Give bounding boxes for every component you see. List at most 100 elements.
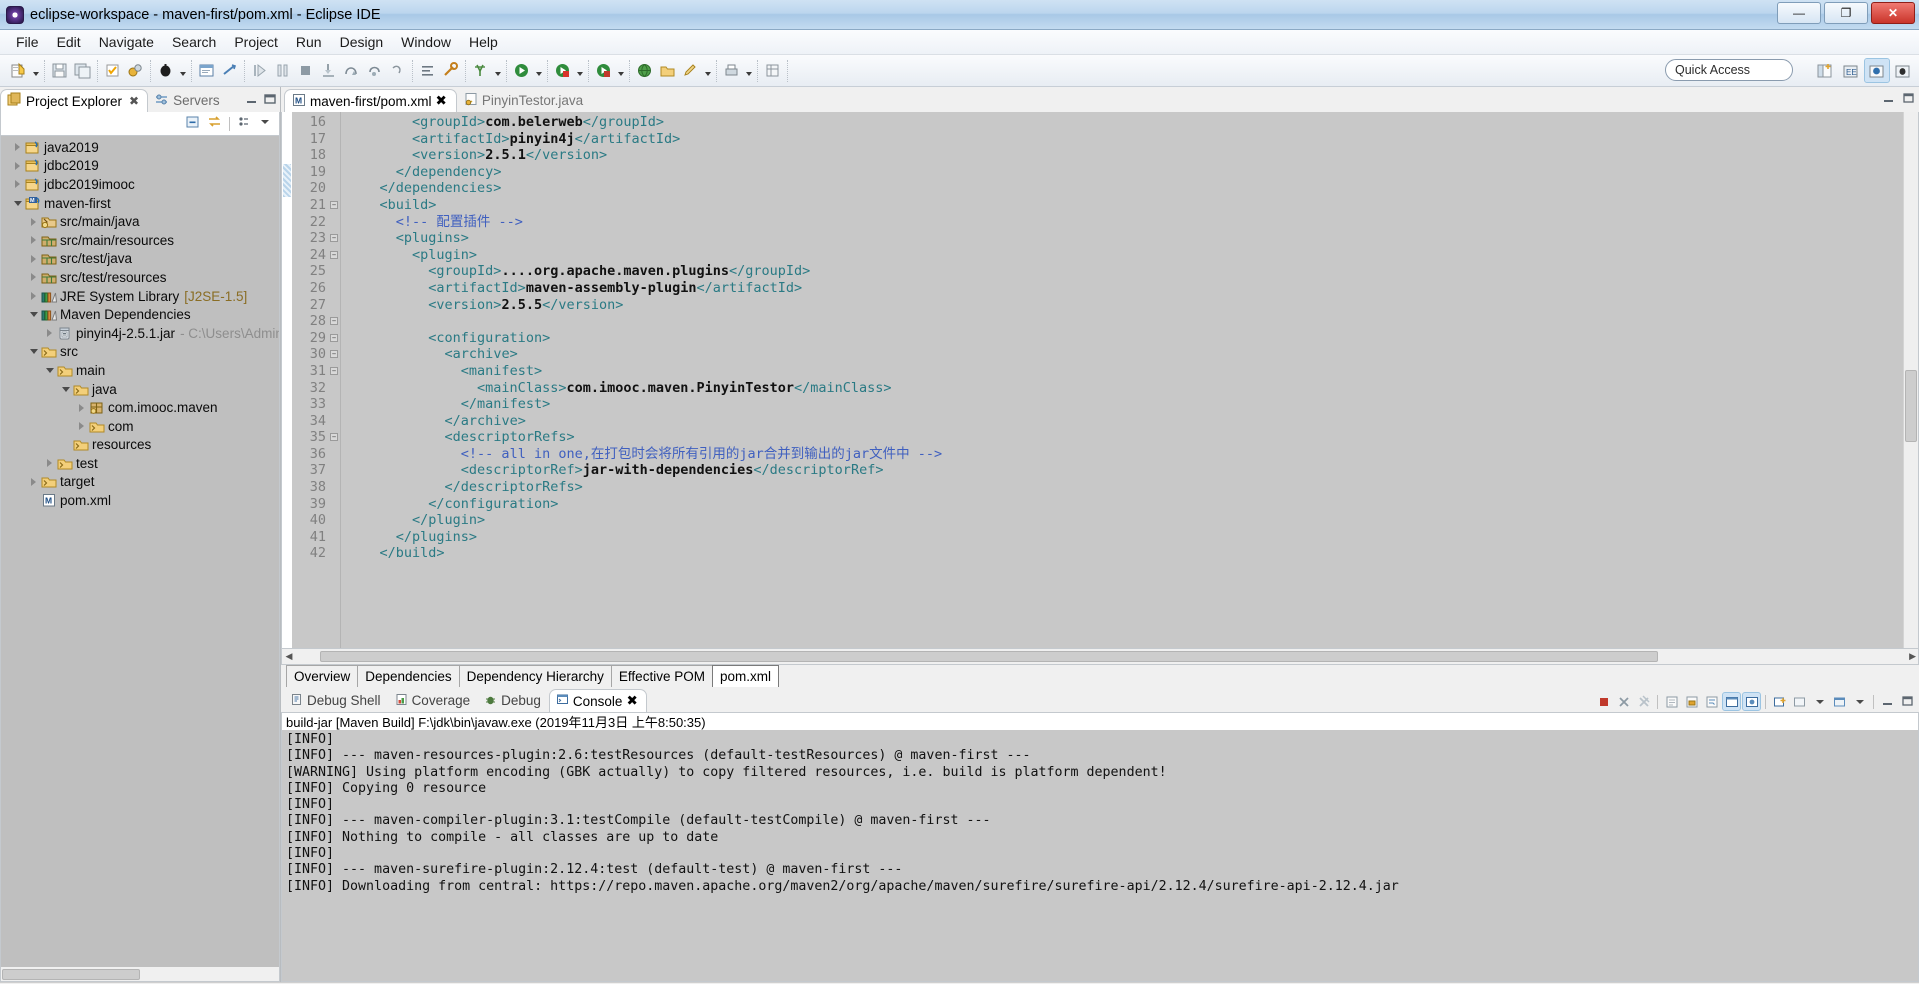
- tab-servers[interactable]: Servers: [148, 89, 228, 112]
- search-icon[interactable]: [470, 60, 491, 81]
- display-selected-console-icon[interactable]: [1791, 693, 1808, 710]
- step-over-icon[interactable]: [341, 60, 362, 81]
- collapse-arrow-icon[interactable]: [27, 343, 40, 361]
- fold-toggle-icon[interactable]: −: [330, 234, 338, 243]
- new-icon[interactable]: [8, 60, 29, 81]
- collapse-arrow-icon[interactable]: [43, 361, 56, 379]
- code-line[interactable]: <version>2.5.1</version>: [341, 147, 1918, 164]
- globe-icon[interactable]: [634, 60, 655, 81]
- step-return-icon[interactable]: [364, 60, 385, 81]
- expand-arrow-icon[interactable]: [27, 287, 40, 305]
- expand-arrow-icon[interactable]: [27, 473, 40, 491]
- fold-toggle-icon[interactable]: −: [330, 200, 338, 209]
- code-line[interactable]: </manifest>: [341, 396, 1918, 413]
- code-line[interactable]: </configuration>: [341, 496, 1918, 513]
- scroll-right-icon[interactable]: ▶: [1909, 651, 1916, 662]
- chevron-down-icon[interactable]: [1811, 693, 1828, 710]
- printer-dropdown-icon[interactable]: [743, 60, 754, 81]
- tab-console[interactable]: Console ✖: [548, 689, 647, 712]
- editor-tab-pinyintestor-java[interactable]: PinyinTestor.java: [457, 89, 592, 112]
- scroll-lock-icon[interactable]: [1683, 693, 1700, 710]
- form-tab-dependency-hierarchy[interactable]: Dependency Hierarchy: [458, 665, 612, 687]
- scrollbar-thumb[interactable]: [320, 651, 1658, 662]
- quick-access-search[interactable]: Quick Access: [1665, 59, 1793, 81]
- build-icon[interactable]: [102, 60, 123, 81]
- expand-arrow-icon[interactable]: [43, 454, 56, 472]
- tree-item-pom-xml[interactable]: Mpom.xml: [1, 491, 279, 510]
- console-dropdown-arrow-icon[interactable]: [1851, 693, 1868, 710]
- menu-file[interactable]: File: [7, 31, 48, 53]
- code-line[interactable]: </dependencies>: [341, 180, 1918, 197]
- edit-dropdown-icon[interactable]: [702, 60, 713, 81]
- expand-arrow-icon[interactable]: [75, 399, 88, 417]
- tree-item-jre-system-library[interactable]: JRE System Library [J2SE-1.5]: [1, 287, 279, 306]
- table-icon[interactable]: [762, 60, 783, 81]
- code-line[interactable]: <manifest>: [341, 363, 1918, 380]
- pin-console-icon[interactable]: [1742, 692, 1761, 711]
- menu-help[interactable]: Help: [460, 31, 507, 53]
- expand-arrow-icon[interactable]: [11, 175, 24, 193]
- code-line[interactable]: </dependency>: [341, 164, 1918, 181]
- menu-edit[interactable]: Edit: [48, 31, 90, 53]
- open-perspective-icon[interactable]: [1813, 59, 1837, 82]
- coverage-run-icon[interactable]: [593, 60, 614, 81]
- tree-item-src-test-java[interactable]: src/test/java: [1, 250, 279, 269]
- scroll-left-icon[interactable]: ◀: [282, 651, 296, 662]
- tree-item-com[interactable]: com: [1, 417, 279, 436]
- menu-search[interactable]: Search: [163, 31, 225, 53]
- fold-toggle-icon[interactable]: −: [330, 350, 338, 359]
- expand-arrow-icon[interactable]: [75, 417, 88, 435]
- new-dropdown-icon[interactable]: [30, 60, 41, 81]
- expand-arrow-icon[interactable]: [27, 213, 40, 231]
- menu-project[interactable]: Project: [225, 31, 287, 53]
- tree-item-src-main-java[interactable]: src/main/java: [1, 212, 279, 231]
- code-line[interactable]: <version>2.5.5</version>: [341, 297, 1918, 314]
- maximize-editor-icon[interactable]: [1902, 92, 1915, 108]
- link-icon[interactable]: [125, 60, 146, 81]
- form-tab-effective-pom[interactable]: Effective POM: [610, 665, 713, 687]
- tree-item-maven-first[interactable]: Mmaven-first: [1, 194, 279, 213]
- expand-arrow-icon[interactable]: [11, 157, 24, 175]
- expand-arrow-icon[interactable]: [27, 231, 40, 249]
- fold-toggle-icon[interactable]: −: [330, 333, 338, 342]
- code-content[interactable]: <groupId>com.belerweb</groupId> <artifac…: [341, 112, 1918, 648]
- menu-navigate[interactable]: Navigate: [90, 31, 163, 53]
- tree-item-pinyin4j-2-5-1-jar[interactable]: pinyin4j-2.5.1.jar- C:\Users\Adminis: [1, 324, 279, 343]
- tab-debug[interactable]: Debug: [478, 689, 549, 712]
- expand-arrow-icon[interactable]: [27, 250, 40, 268]
- new-console-view-icon[interactable]: [1771, 693, 1788, 710]
- fold-toggle-icon[interactable]: −: [330, 366, 338, 375]
- clear-console-icon[interactable]: [1663, 693, 1680, 710]
- search-dropdown-icon[interactable]: [492, 60, 503, 81]
- expand-arrow-icon[interactable]: [11, 138, 24, 156]
- code-line[interactable]: <mainClass>com.imooc.maven.PinyinTestor<…: [341, 380, 1918, 397]
- tree-item-com-imooc-maven[interactable]: com.imooc.maven: [1, 398, 279, 417]
- run-dropdown-icon[interactable]: [533, 60, 544, 81]
- project-tree[interactable]: java2019 jdbc2019 jdbc2019imooc Mmaven-firs…: [0, 136, 280, 967]
- code-line[interactable]: <groupId>....org.apache.maven.plugins</g…: [341, 263, 1918, 280]
- align-icon[interactable]: [417, 60, 438, 81]
- tab-debug-shell[interactable]: Debug Shell: [284, 689, 389, 712]
- minimize-view-icon[interactable]: [245, 92, 259, 109]
- chevron-down-icon[interactable]: [258, 115, 272, 132]
- remove-launch-icon[interactable]: [1615, 693, 1632, 710]
- step-into-icon[interactable]: [318, 60, 339, 81]
- maximize-button[interactable]: ❐: [1824, 2, 1868, 24]
- fold-toggle-icon[interactable]: −: [330, 433, 338, 442]
- save-icon[interactable]: [49, 60, 70, 81]
- view-menu-icon[interactable]: [236, 114, 252, 133]
- collapse-arrow-icon[interactable]: [59, 380, 72, 398]
- menu-window[interactable]: Window: [392, 31, 460, 53]
- minimize-editor-icon[interactable]: [1882, 92, 1895, 108]
- close-icon[interactable]: ✖: [626, 693, 637, 709]
- menu-design[interactable]: Design: [331, 31, 393, 53]
- tree-item-java[interactable]: java: [1, 380, 279, 399]
- code-line[interactable]: <build>: [341, 197, 1918, 214]
- code-line[interactable]: </build>: [341, 545, 1918, 562]
- project-tree-hscrollbar[interactable]: [0, 967, 280, 982]
- link-with-editor-icon[interactable]: [207, 114, 223, 133]
- coverage-dropdown-icon[interactable]: [615, 60, 626, 81]
- form-tab-dependencies[interactable]: Dependencies: [357, 665, 460, 687]
- suspend-icon[interactable]: [272, 60, 293, 81]
- close-button[interactable]: ✕: [1871, 2, 1915, 24]
